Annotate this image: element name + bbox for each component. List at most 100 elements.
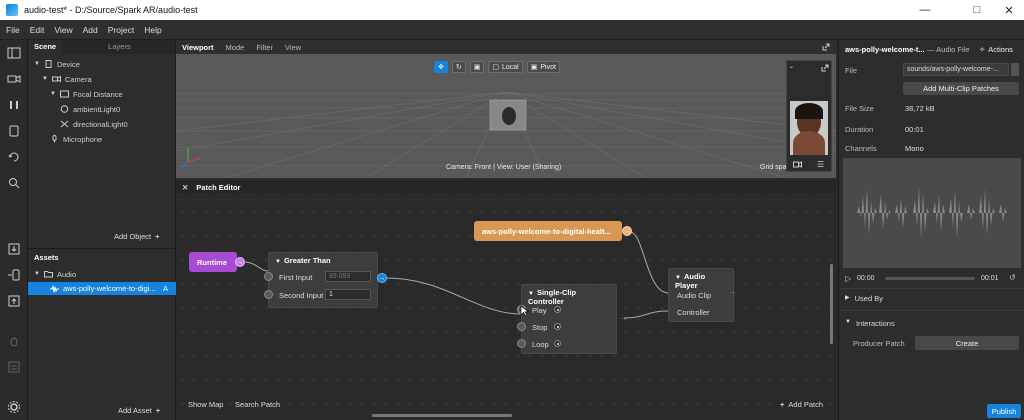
chevron-down-icon[interactable]: ⌄: [789, 63, 794, 70]
menu-view[interactable]: View: [54, 25, 72, 35]
close-button[interactable]: ✕: [994, 0, 1024, 20]
audio-file-node[interactable]: aws-polly-welcome-to-digital-healt...: [474, 221, 622, 241]
loop-toggle[interactable]: [554, 340, 561, 347]
tree-item-microphone[interactable]: Microphone: [50, 133, 102, 145]
asset-folder-audio[interactable]: ▼ Audio: [34, 268, 76, 280]
first-input-field[interactable]: 89.093: [325, 271, 371, 282]
tree-item-device[interactable]: ▼ Device: [34, 58, 80, 70]
show-map-button[interactable]: Show Map: [188, 400, 223, 409]
pop-out-icon[interactable]: [822, 43, 830, 51]
tab-scene[interactable]: Scene: [28, 40, 63, 54]
move-tool-button[interactable]: ✥: [434, 61, 448, 73]
tree-item-camera[interactable]: ▼ Camera: [42, 73, 92, 85]
add-object-button[interactable]: Add Object +: [114, 232, 160, 241]
publish-button[interactable]: Publish: [987, 404, 1021, 418]
list-icon[interactable]: [7, 360, 21, 374]
scale-tool-button[interactable]: ▣: [469, 61, 485, 73]
file-size-value: 38,72 kB: [905, 104, 935, 113]
simulator-preview[interactable]: ⌄ ☰: [786, 60, 832, 172]
runtime-output-port[interactable]: →: [235, 257, 245, 267]
runtime-node[interactable]: Runtime: [189, 252, 237, 272]
time-end: 00:01: [981, 275, 999, 282]
caret-down-icon[interactable]: ▼: [42, 76, 48, 82]
play-icon[interactable]: ▷: [845, 274, 851, 283]
import-icon[interactable]: [7, 242, 21, 256]
settings-gear-icon[interactable]: [7, 400, 21, 414]
layout-icon[interactable]: [7, 46, 21, 60]
horizontal-scrollbar[interactable]: [372, 414, 512, 417]
controller-output-port[interactable]: →: [620, 315, 627, 322]
pause-icon[interactable]: [7, 98, 21, 112]
audio-file-output-port[interactable]: →: [622, 226, 632, 236]
menu-add[interactable]: Add: [83, 25, 98, 35]
tab-viewport[interactable]: Viewport: [182, 43, 214, 52]
minimize-button[interactable]: —: [910, 0, 940, 20]
tree-item-focal-distance[interactable]: ▼ Focal Distance: [50, 88, 123, 100]
inspector-title: aws-polly-welcome-t...: [845, 45, 925, 54]
menu-file[interactable]: File: [6, 25, 20, 35]
bug-icon[interactable]: [7, 334, 21, 348]
rotate-tool-button[interactable]: ↻: [451, 61, 466, 73]
second-input-port[interactable]: [264, 290, 273, 299]
move-icon: ✥: [438, 64, 444, 71]
tab-view[interactable]: View: [285, 43, 301, 52]
stop-pulse-toggle[interactable]: [554, 323, 561, 330]
tree-item-ambient-light[interactable]: ambientLight0: [60, 103, 120, 115]
close-icon[interactable]: ✕: [182, 183, 188, 192]
used-by-section[interactable]: ▶ Used By: [845, 294, 883, 303]
expand-icon[interactable]: [821, 64, 829, 72]
divider: [839, 310, 1024, 311]
search-patch-button[interactable]: Search Patch: [235, 400, 280, 409]
stop-input-port[interactable]: [517, 322, 526, 331]
play-pulse-toggle[interactable]: [554, 306, 561, 313]
video-camera-icon[interactable]: [793, 161, 802, 168]
first-input-port[interactable]: [264, 272, 273, 281]
add-patch-button[interactable]: + Add Patch: [780, 400, 823, 409]
divider: [839, 288, 1024, 289]
tab-filter[interactable]: Filter: [256, 43, 273, 52]
menu-icon[interactable]: ☰: [817, 160, 824, 169]
menu-help[interactable]: Help: [144, 25, 161, 35]
tab-layers[interactable]: Layers: [102, 40, 137, 54]
actions-button[interactable]: ✧ Actions: [979, 45, 1013, 54]
caret-down-icon[interactable]: ▼: [50, 91, 56, 97]
patch-editor-canvas[interactable]: Runtime → ▼ Greater Than First Input 89.0…: [176, 194, 836, 420]
greater-than-output-port[interactable]: →: [377, 273, 387, 283]
microphone-icon: [52, 135, 57, 143]
menu-edit[interactable]: Edit: [30, 25, 45, 35]
file-browse-button[interactable]: [1011, 63, 1019, 76]
vertical-scrollbar[interactable]: [830, 264, 833, 344]
second-input-field[interactable]: 1: [325, 289, 371, 300]
audio-player-node[interactable]: ▼ Audio Player Audio Clip Controller →: [668, 268, 736, 322]
caret-down-icon[interactable]: ▼: [275, 259, 281, 265]
interactions-section[interactable]: ▼ Interactions: [845, 319, 895, 328]
loop-icon[interactable]: ↺: [1009, 273, 1016, 282]
viewport-canvas[interactable]: ✥ ↻ ▣ ▢ Local ▣ Pivot Camera: Front | View…: [176, 54, 836, 178]
add-multi-clip-patches-button[interactable]: Add Multi-Clip Patches: [903, 82, 1019, 95]
playback-progress-bar[interactable]: [885, 277, 975, 280]
tree-item-directional-light[interactable]: directionalLight0: [60, 118, 128, 130]
local-space-button[interactable]: ▢ Local: [488, 61, 523, 73]
single-clip-controller-node[interactable]: ▼ Single-Clip Controller Play Stop Loop →: [517, 284, 627, 354]
refresh-icon[interactable]: [7, 150, 21, 164]
tab-mode[interactable]: Mode: [226, 43, 245, 52]
send-to-device-icon[interactable]: [7, 268, 21, 282]
greater-than-node[interactable]: ▼ Greater Than First Input 89.093 Second …: [264, 252, 378, 308]
loop-input-port[interactable]: [517, 339, 526, 348]
file-path-field[interactable]: sounds/aws-polly-welcome-...: [903, 63, 1009, 76]
caret-down-icon[interactable]: ▼: [34, 61, 40, 67]
caret-down-icon[interactable]: ▼: [34, 271, 40, 277]
create-button[interactable]: Create: [915, 336, 1019, 350]
pivot-label: Pivot: [540, 63, 556, 71]
asset-item-selected[interactable]: aws-polly-welcome-to-digi... A: [28, 282, 176, 295]
add-asset-button[interactable]: Add Asset +: [118, 406, 160, 415]
audio-clip-label: Audio Clip: [677, 291, 712, 300]
audio-player-output-port[interactable]: →: [729, 289, 736, 296]
search-icon[interactable]: [7, 176, 21, 190]
menu-project[interactable]: Project: [108, 25, 134, 35]
maximize-button[interactable]: □: [962, 0, 992, 20]
device-icon[interactable]: [7, 124, 21, 138]
upload-icon[interactable]: [7, 294, 21, 308]
video-camera-icon[interactable]: [7, 72, 21, 86]
pivot-button[interactable]: ▣ Pivot: [526, 61, 560, 73]
